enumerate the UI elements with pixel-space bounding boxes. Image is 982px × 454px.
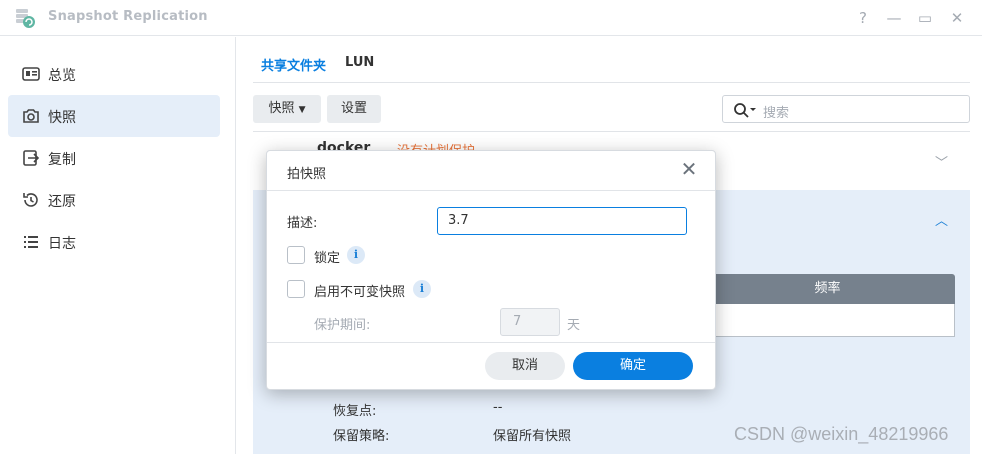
overview-icon	[22, 67, 40, 81]
table-row	[700, 304, 955, 337]
immutable-label: 启用不可变快照	[314, 285, 406, 300]
snapshot-menu-button[interactable]: 快照 ▼	[253, 95, 321, 123]
sidebar-item-overview[interactable]: 总览	[8, 53, 220, 95]
description-field[interactable]: 3.7	[437, 207, 687, 235]
search-input[interactable]: 搜索	[763, 102, 789, 121]
replicate-icon	[23, 150, 40, 166]
sidebar-item-restore[interactable]: 还原	[8, 179, 220, 221]
restore-icon	[23, 193, 38, 207]
tab-shared-folder[interactable]: 共享文件夹	[261, 55, 326, 74]
log-icon	[24, 236, 38, 248]
detail-value: --	[493, 400, 503, 415]
cancel-button[interactable]: 取消	[485, 352, 565, 380]
close-icon[interactable]: ✕	[679, 159, 699, 179]
tab-divider	[253, 82, 970, 83]
sidebar-item-replication[interactable]: 复制	[8, 137, 220, 179]
snapshot-menu-label: 快照	[268, 101, 295, 116]
protection-period-field: 7	[500, 308, 560, 336]
sidebar-item-log[interactable]: 日志	[8, 221, 220, 263]
description-label: 描述:	[287, 216, 318, 231]
sidebar: 总览 快照 复制 还原 日志	[0, 37, 236, 454]
caret-down-icon: ▼	[298, 105, 306, 115]
snapshot-replication-app-icon	[16, 9, 35, 28]
chevron-up-icon[interactable]: ︿	[935, 210, 948, 229]
search-box[interactable]: 搜索	[722, 95, 970, 123]
protection-period-label: 保护期间:	[314, 318, 371, 333]
dialog-divider	[267, 190, 715, 191]
help-icon[interactable]: ?	[853, 8, 873, 28]
sidebar-item-label: 总览	[48, 68, 76, 84]
immutable-checkbox[interactable]	[287, 280, 305, 298]
detail-value: 保留所有快照	[493, 429, 572, 444]
search-icon	[734, 103, 756, 118]
info-icon[interactable]: i	[347, 246, 365, 264]
sidebar-item-label: 快照	[48, 110, 76, 126]
sidebar-item-label: 日志	[48, 236, 76, 252]
sidebar-item-snapshots[interactable]: 快照	[8, 95, 220, 137]
dialog-footer-divider	[267, 342, 715, 343]
ok-button[interactable]: 确定	[573, 352, 693, 380]
take-snapshot-dialog: 拍快照 ✕ 描述: 3.7 锁定 i 启用不可变快照 i 保护期间: 7 天 取…	[266, 150, 716, 390]
window-close-icon[interactable]: ✕	[947, 8, 967, 28]
info-icon[interactable]: i	[413, 280, 431, 298]
protection-unit: 天	[567, 318, 581, 333]
sidebar-item-label: 还原	[48, 194, 76, 210]
minimize-icon[interactable]: —	[884, 8, 904, 28]
settings-button[interactable]: 设置	[327, 95, 381, 123]
camera-icon	[23, 109, 39, 123]
window-title: Snapshot Replication	[48, 9, 208, 24]
table-header-frequency: 频率	[700, 274, 955, 304]
detail-label: 保留策略:	[333, 429, 390, 444]
chevron-down-icon[interactable]: ﹀	[935, 152, 948, 171]
lock-checkbox[interactable]	[287, 246, 305, 264]
lock-label: 锁定	[314, 251, 341, 266]
maximize-icon[interactable]: ▭	[915, 8, 935, 28]
sidebar-item-label: 复制	[48, 152, 76, 168]
dialog-title: 拍快照	[287, 167, 327, 182]
tab-lun[interactable]: LUN	[345, 55, 374, 70]
watermark: CSDN @weixin_48219966	[734, 424, 949, 444]
title-bar: Snapshot Replication ? — ▭ ✕	[0, 0, 982, 36]
detail-label: 恢复点:	[333, 404, 377, 419]
